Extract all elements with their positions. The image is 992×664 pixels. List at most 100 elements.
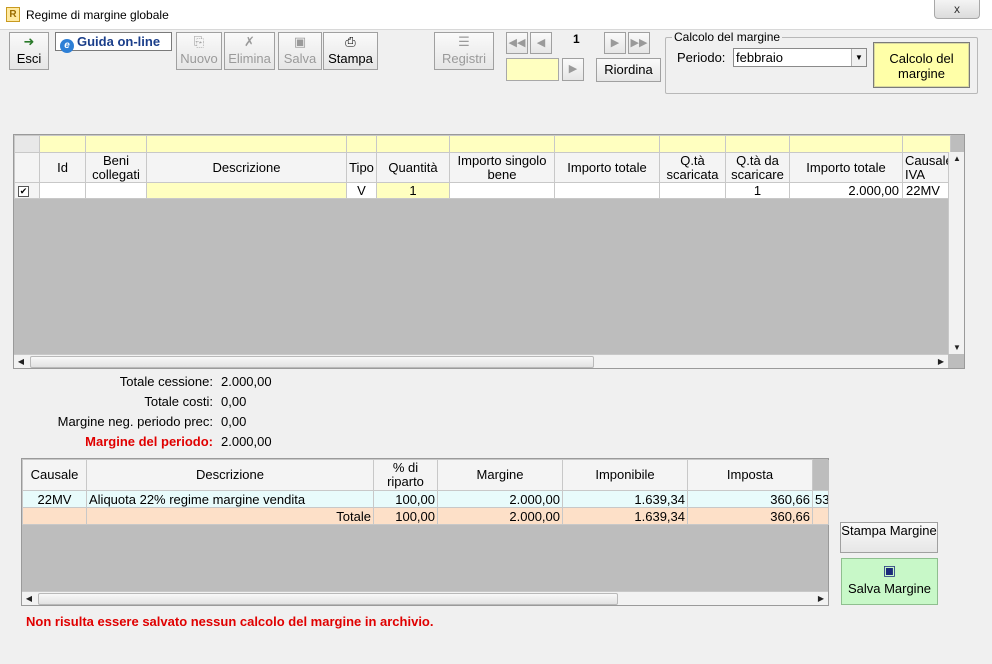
col-header[interactable]: Q.tà da scaricare <box>725 152 790 183</box>
selector-header <box>14 152 40 183</box>
goto-record-button[interactable]: ▶ <box>562 58 584 81</box>
first-icon: ◀◀ <box>508 37 526 49</box>
table-row[interactable]: 22MV Aliquota 22% regime margine vendita… <box>22 490 829 508</box>
save-icon: ▣ <box>293 34 307 49</box>
delete-icon: ✗ <box>244 34 255 49</box>
cell-tipo[interactable]: V <box>346 182 377 199</box>
periodo-select[interactable]: febbraio ▼ <box>733 48 867 67</box>
horizontal-scrollbar[interactable]: ◀ ▶ <box>14 354 948 368</box>
scroll-left-icon[interactable]: ◀ <box>14 355 28 368</box>
col-header[interactable]: Tipo <box>346 152 377 183</box>
calcolo-group-title: Calcolo del margine <box>672 30 783 44</box>
close-button[interactable]: x <box>934 0 980 19</box>
stampa-button[interactable]: ⎙ Stampa <box>323 32 378 70</box>
cell-qta-da-scaricare[interactable]: 1 <box>725 182 790 199</box>
first-record-button[interactable]: ◀◀ <box>506 32 528 54</box>
nuovo-button[interactable]: ⎘ Nuovo <box>176 32 222 70</box>
previous-icon: ◀ <box>536 37 546 49</box>
col-header[interactable]: Quantità <box>376 152 450 183</box>
salva-button[interactable]: ▣ Salva <box>278 32 322 70</box>
total-imposta: 360,66 <box>687 507 813 525</box>
scroll-right-icon[interactable]: ▶ <box>814 592 828 605</box>
totale-costi-label: Totale costi: <box>144 394 213 409</box>
last-icon: ▶▶ <box>630 37 648 49</box>
cell-beni[interactable] <box>85 182 147 199</box>
col-header[interactable]: Causale <box>22 459 87 491</box>
printer-icon: ⎙ <box>345 34 356 49</box>
margine-periodo-label: Margine del periodo: <box>85 434 213 449</box>
previous-record-button[interactable]: ◀ <box>530 32 552 54</box>
cell-importo-totale[interactable] <box>554 182 660 199</box>
internet-explorer-icon: e <box>60 39 74 53</box>
totale-cessione-label: Totale cessione: <box>119 374 213 389</box>
cell-id[interactable] <box>39 182 86 199</box>
col-header[interactable]: % di riparto <box>373 459 438 491</box>
save-icon: ▣ <box>882 562 897 578</box>
margin-grid: Causale Descrizione % di riparto Margine… <box>21 458 829 606</box>
margine-neg-label: Margine neg. periodo prec: <box>57 414 213 429</box>
calcolo-margine-button[interactable]: Calcolo del margine <box>873 42 970 88</box>
cell-descrizione[interactable]: Aliquota 22% regime margine vendita <box>86 490 374 508</box>
scrollbar-thumb[interactable] <box>30 356 594 368</box>
new-document-icon: ⎘ <box>193 34 205 49</box>
stampa-margine-button[interactable]: Stampa Margine <box>840 522 938 553</box>
cell-imponibile[interactable]: 1.639,34 <box>562 490 688 508</box>
margine-neg-value: 0,00 <box>221 414 247 429</box>
guida-online-link[interactable]: e Guida on-line <box>55 32 172 53</box>
next-icon: ▶ <box>610 37 620 49</box>
horizontal-scrollbar[interactable]: ◀ ▶ <box>22 591 828 605</box>
total-margine: 2.000,00 <box>437 507 563 525</box>
cell-importo-totale-2[interactable]: 2.000,00 <box>789 182 903 199</box>
total-label: Totale <box>86 507 374 525</box>
total-row: Totale 100,00 2.000,00 1.639,34 360,66 <box>22 507 829 525</box>
periodo-label: Periodo: <box>677 50 726 65</box>
col-header[interactable]: Margine <box>437 459 563 491</box>
total-imponibile: 1.639,34 <box>562 507 688 525</box>
col-header[interactable]: Q.tà scaricata <box>659 152 726 183</box>
cell-quantita[interactable]: 1 <box>376 182 450 199</box>
scroll-right-icon[interactable]: ▶ <box>934 355 948 368</box>
cell-importo-singolo[interactable] <box>449 182 555 199</box>
col-header[interactable]: Id <box>39 152 86 183</box>
scroll-down-icon[interactable]: ▼ <box>950 341 964 354</box>
last-record-button[interactable]: ▶▶ <box>628 32 650 54</box>
totale-cessione-value: 2.000,00 <box>221 374 272 389</box>
cell-imposta[interactable]: 360,66 <box>687 490 813 508</box>
col-header[interactable]: Descrizione <box>146 152 347 183</box>
col-header[interactable]: Importo totale <box>554 152 660 183</box>
col-header[interactable]: Importo totale <box>789 152 903 183</box>
go-icon: ▶ <box>568 63 578 75</box>
col-header[interactable]: Imponibile <box>562 459 688 491</box>
vertical-scrollbar[interactable]: ▲ ▼ <box>948 152 964 354</box>
scrollbar-thumb[interactable] <box>38 593 618 605</box>
margine-periodo-value: 2.000,00 <box>221 434 272 449</box>
cell-margine[interactable]: 2.000,00 <box>437 490 563 508</box>
status-message: Non risulta essere salvato nessun calcol… <box>26 614 434 629</box>
col-header[interactable]: Causale IVA <box>902 152 951 183</box>
elimina-button[interactable]: ✗ Elimina <box>224 32 275 70</box>
cell-riparto[interactable]: 100,00 <box>373 490 438 508</box>
next-record-button[interactable]: ▶ <box>604 32 626 54</box>
cell-descrizione[interactable] <box>146 182 347 199</box>
col-header[interactable]: Importo singolo bene <box>449 152 555 183</box>
app-icon: R <box>6 7 20 22</box>
riordina-button[interactable]: Riordina <box>596 58 661 82</box>
totale-costi-value: 0,00 <box>221 394 247 409</box>
chevron-down-icon: ▼ <box>851 49 866 66</box>
col-header[interactable]: Imposta <box>687 459 813 491</box>
scroll-left-icon[interactable]: ◀ <box>22 592 36 605</box>
table-row[interactable]: ✔ V 1 1 2.000,00 22MV <box>14 182 951 199</box>
esci-button[interactable]: ➜ Esci <box>9 32 49 70</box>
goto-record-input[interactable] <box>506 58 559 81</box>
cell-causale[interactable]: 22MV <box>22 490 87 508</box>
cell-causale[interactable]: 22MV <box>902 182 951 199</box>
cell-extra[interactable]: 53 <box>812 490 829 508</box>
registri-button[interactable]: ☰ Registri <box>434 32 494 70</box>
col-header[interactable]: Beni collegati <box>85 152 147 183</box>
exit-icon: ➜ <box>23 34 35 49</box>
scroll-up-icon[interactable]: ▲ <box>950 152 964 165</box>
salva-margine-button[interactable]: ▣ Salva Margine <box>841 558 938 605</box>
cell-qta-scaricata[interactable] <box>659 182 726 199</box>
row-checkbox[interactable]: ✔ <box>14 182 40 199</box>
col-header[interactable]: Descrizione <box>86 459 374 491</box>
